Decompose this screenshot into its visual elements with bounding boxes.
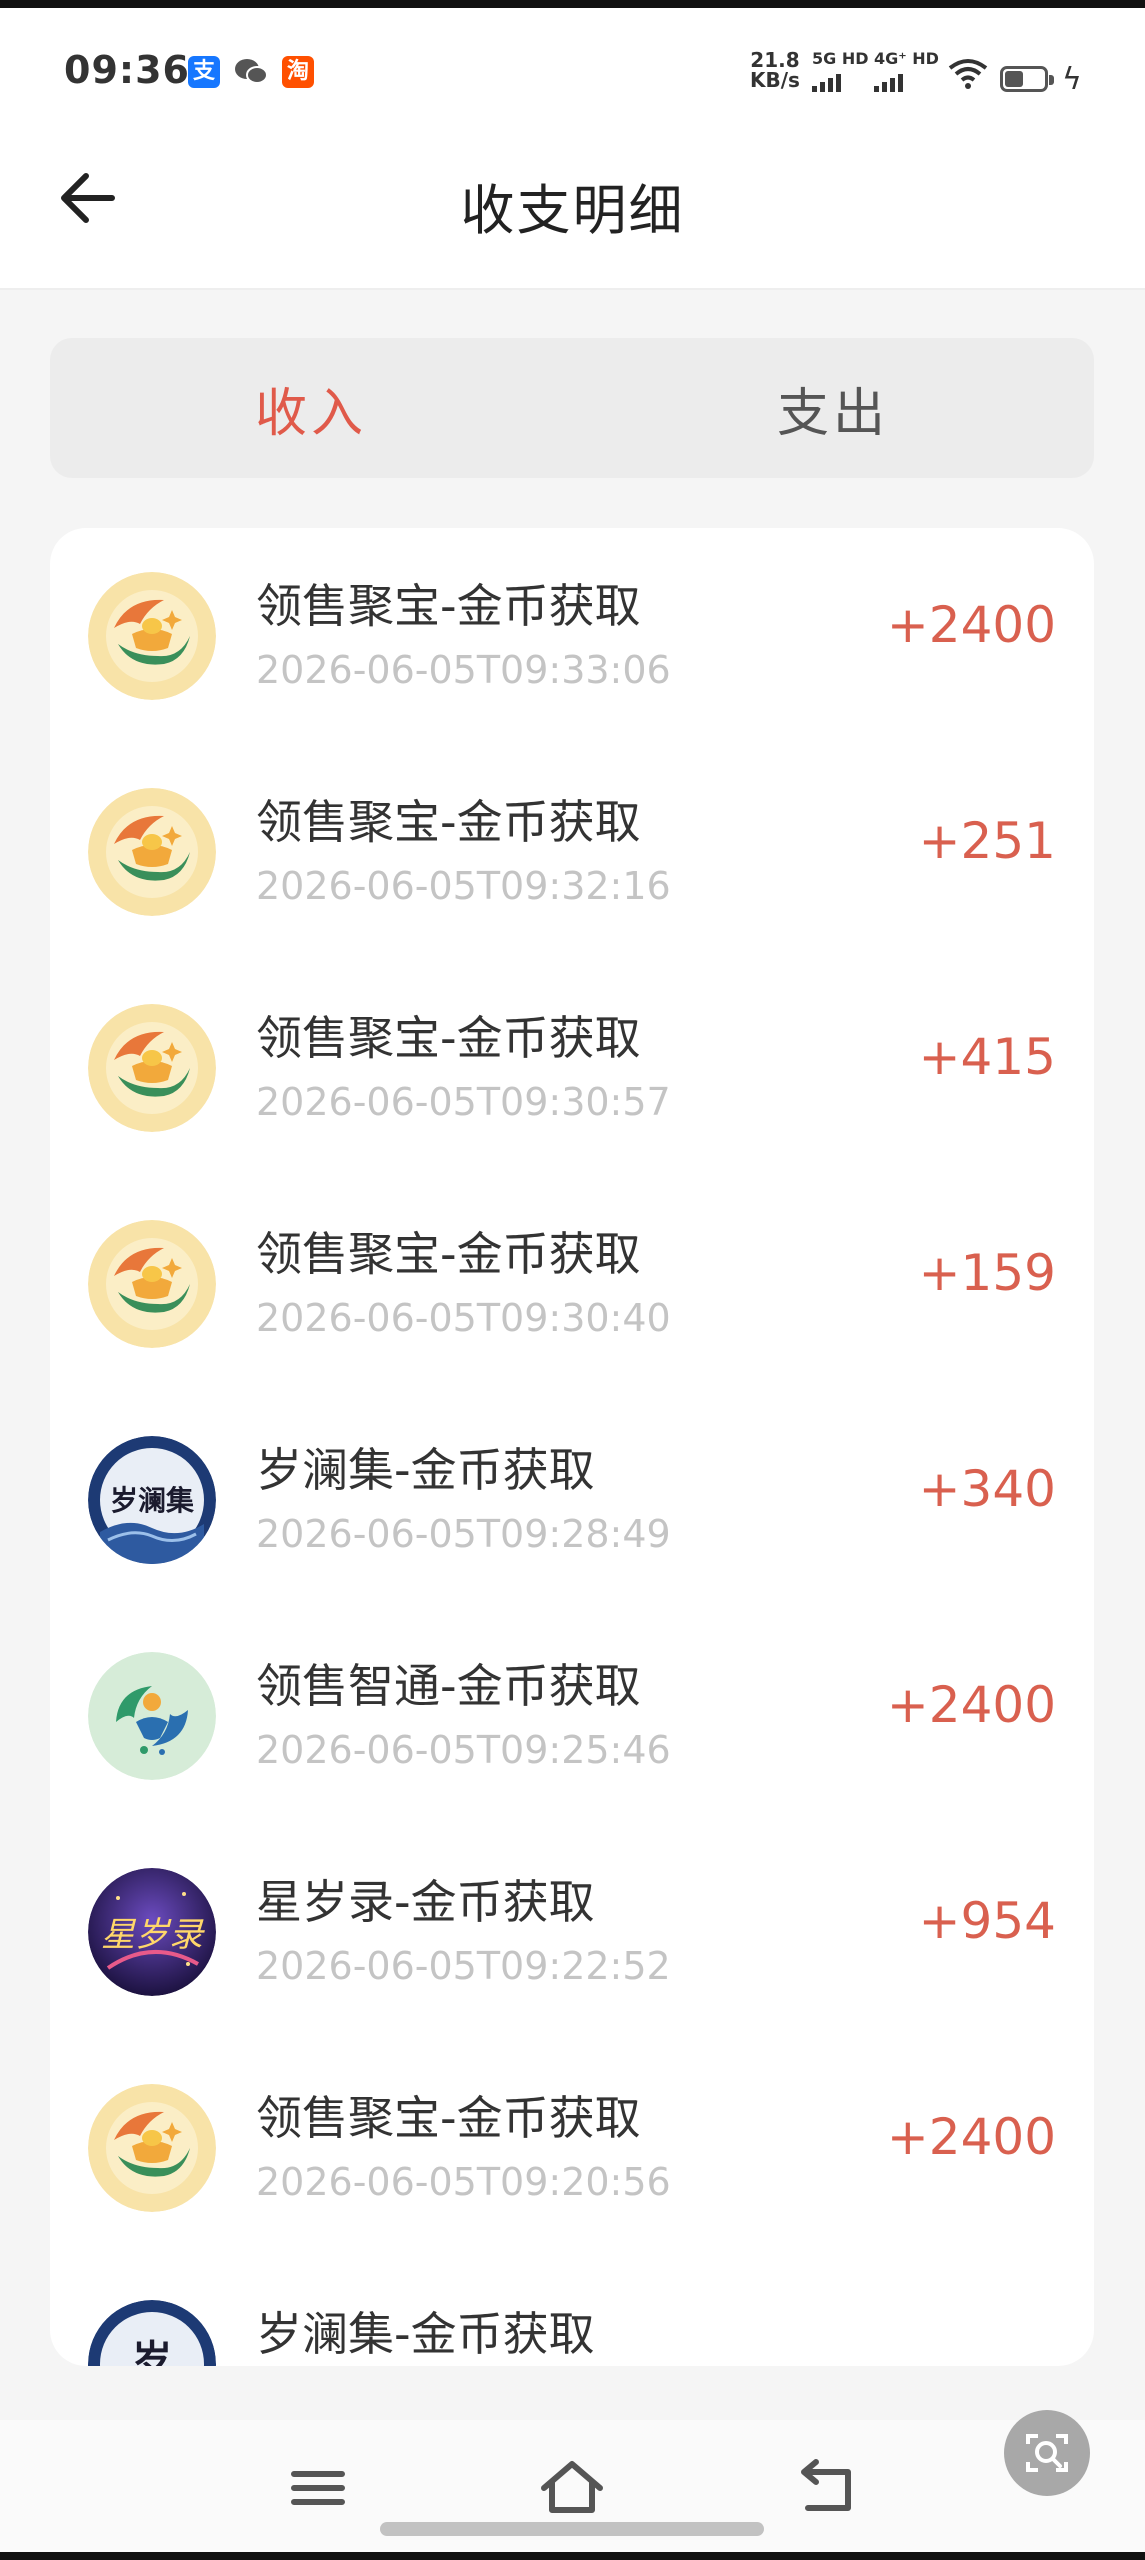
transaction-row[interactable]: 领售智通-金币获取 2026-06-05T09:25:46 +2400 bbox=[50, 1608, 1094, 1824]
tab-income[interactable]: 收入 bbox=[50, 338, 572, 478]
screen-bottom-edge bbox=[0, 2552, 1145, 2560]
transaction-title: 岁澜集-金币获取 bbox=[256, 1443, 595, 1497]
zhitong-logo-icon bbox=[88, 1652, 216, 1780]
logo-text: 星岁录 bbox=[101, 1915, 205, 1955]
xingsuilu-logo-icon: 星岁录 bbox=[88, 1868, 216, 1996]
gold-ingot-logo-icon bbox=[88, 1220, 216, 1348]
home-icon[interactable] bbox=[534, 2450, 610, 2526]
transaction-amount: +251 bbox=[918, 812, 1056, 870]
wechat-icon bbox=[234, 56, 268, 88]
system-nav-bar bbox=[0, 2420, 1145, 2560]
screen-top-edge bbox=[0, 0, 1145, 8]
transaction-row[interactable]: 领售聚宝-金币获取 2026-06-05T09:20:56 +2400 bbox=[50, 2040, 1094, 2256]
nav-back-icon[interactable] bbox=[788, 2450, 864, 2526]
gold-ingot-logo-icon bbox=[88, 2084, 216, 2212]
signal-4g-icon: 4G⁺ HD bbox=[874, 50, 939, 92]
gold-ingot-logo-icon bbox=[88, 1004, 216, 1132]
signal-4g-label: 4G⁺ HD bbox=[874, 49, 939, 68]
transaction-row[interactable]: 岁澜集 岁澜集-金币获取 2026-06-05T09:28:49 +340 bbox=[50, 1392, 1094, 1608]
transaction-title: 领售聚宝-金币获取 bbox=[256, 1227, 641, 1281]
transaction-list: 领售聚宝-金币获取 2026-06-05T09:33:06 +2400 领售聚宝-金币… bbox=[50, 528, 1094, 2366]
alipay-icon: 支 bbox=[188, 56, 220, 88]
tab-bar: 收入 支出 bbox=[50, 338, 1094, 478]
transaction-time: 2026-06-05T09:20:56 bbox=[256, 2160, 671, 2204]
charging-icon: ϟ bbox=[1062, 62, 1082, 97]
transaction-row[interactable]: 领售聚宝-金币获取 2026-06-05T09:33:06 +2400 bbox=[50, 528, 1094, 744]
transaction-row[interactable]: 领售聚宝-金币获取 2026-06-05T09:30:40 +159 bbox=[50, 1176, 1094, 1392]
network-speed-value: 21.8 bbox=[750, 48, 800, 72]
status-time: 09:36 bbox=[64, 48, 190, 92]
network-speed-unit: KB/s bbox=[750, 68, 800, 92]
gold-ingot-logo-icon bbox=[88, 788, 216, 916]
logo-text: 岁澜集 bbox=[110, 1484, 194, 1517]
screen-search-button[interactable] bbox=[1004, 2410, 1090, 2496]
transaction-time: 2026-06-05T09:28:49 bbox=[256, 1512, 671, 1556]
transaction-time: 2026-06-05T09:30:57 bbox=[256, 1080, 671, 1124]
transaction-amount: +954 bbox=[918, 1892, 1056, 1950]
transaction-row[interactable]: 领售聚宝-金币获取 2026-06-05T09:30:57 +415 bbox=[50, 960, 1094, 1176]
battery-icon bbox=[1000, 66, 1054, 92]
page-title: 收支明细 bbox=[460, 179, 685, 242]
taobao-icon: 淘 bbox=[282, 56, 314, 88]
menu-icon[interactable] bbox=[280, 2450, 356, 2526]
suilanji-logo-icon: 岁 bbox=[88, 2300, 216, 2366]
transaction-time: 2026-06-05T09:33:06 bbox=[256, 648, 671, 692]
screen-search-icon bbox=[1026, 2434, 1068, 2472]
transaction-amount: +2400 bbox=[886, 1676, 1056, 1734]
transaction-amount: +2400 bbox=[886, 596, 1056, 654]
tab-expense[interactable]: 支出 bbox=[572, 338, 1094, 478]
signal-5g-icon: 5G HD bbox=[812, 50, 869, 92]
suilanji-logo-icon: 岁澜集 bbox=[88, 1436, 216, 1564]
transaction-row[interactable]: 星岁录 星岁录-金币获取 2026-06-05T09:22:52 +954 bbox=[50, 1824, 1094, 2040]
transaction-row[interactable]: 岁 岁澜集-金币获取 bbox=[50, 2256, 1094, 2366]
transaction-title: 星岁录-金币获取 bbox=[256, 1875, 595, 1929]
transaction-title: 领售聚宝-金币获取 bbox=[256, 795, 641, 849]
transaction-time: 2026-06-05T09:22:52 bbox=[256, 1944, 671, 1988]
transaction-title: 领售聚宝-金币获取 bbox=[256, 2091, 641, 2145]
status-bar: 09:36 支 淘 21.8 KB/s 5G HD 4G⁺ HD ϟ bbox=[0, 8, 1145, 136]
transaction-time: 2026-06-05T09:25:46 bbox=[256, 1728, 671, 1772]
transaction-amount: +415 bbox=[918, 1028, 1056, 1086]
transaction-title: 领售聚宝-金币获取 bbox=[256, 579, 641, 633]
signal-5g-label: 5G HD bbox=[812, 49, 869, 68]
transaction-row[interactable]: 领售聚宝-金币获取 2026-06-05T09:32:16 +251 bbox=[50, 744, 1094, 960]
network-speed: 21.8 KB/s bbox=[750, 50, 800, 90]
gold-ingot-logo-icon bbox=[88, 572, 216, 700]
header: 收支明细 bbox=[0, 136, 1145, 290]
wifi-icon bbox=[948, 59, 988, 89]
transaction-time: 2026-06-05T09:30:40 bbox=[256, 1296, 671, 1340]
transaction-title: 领售聚宝-金币获取 bbox=[256, 1011, 641, 1065]
transaction-time: 2026-06-05T09:32:16 bbox=[256, 864, 671, 908]
gesture-bar[interactable] bbox=[380, 2522, 764, 2536]
logo-text: 岁 bbox=[132, 2337, 172, 2366]
transaction-amount: +159 bbox=[918, 1244, 1056, 1302]
transaction-amount: +2400 bbox=[886, 2108, 1056, 2166]
transaction-amount: +340 bbox=[918, 1460, 1056, 1518]
transaction-title: 岁澜集-金币获取 bbox=[256, 2307, 595, 2361]
transaction-title: 领售智通-金币获取 bbox=[256, 1659, 641, 1713]
